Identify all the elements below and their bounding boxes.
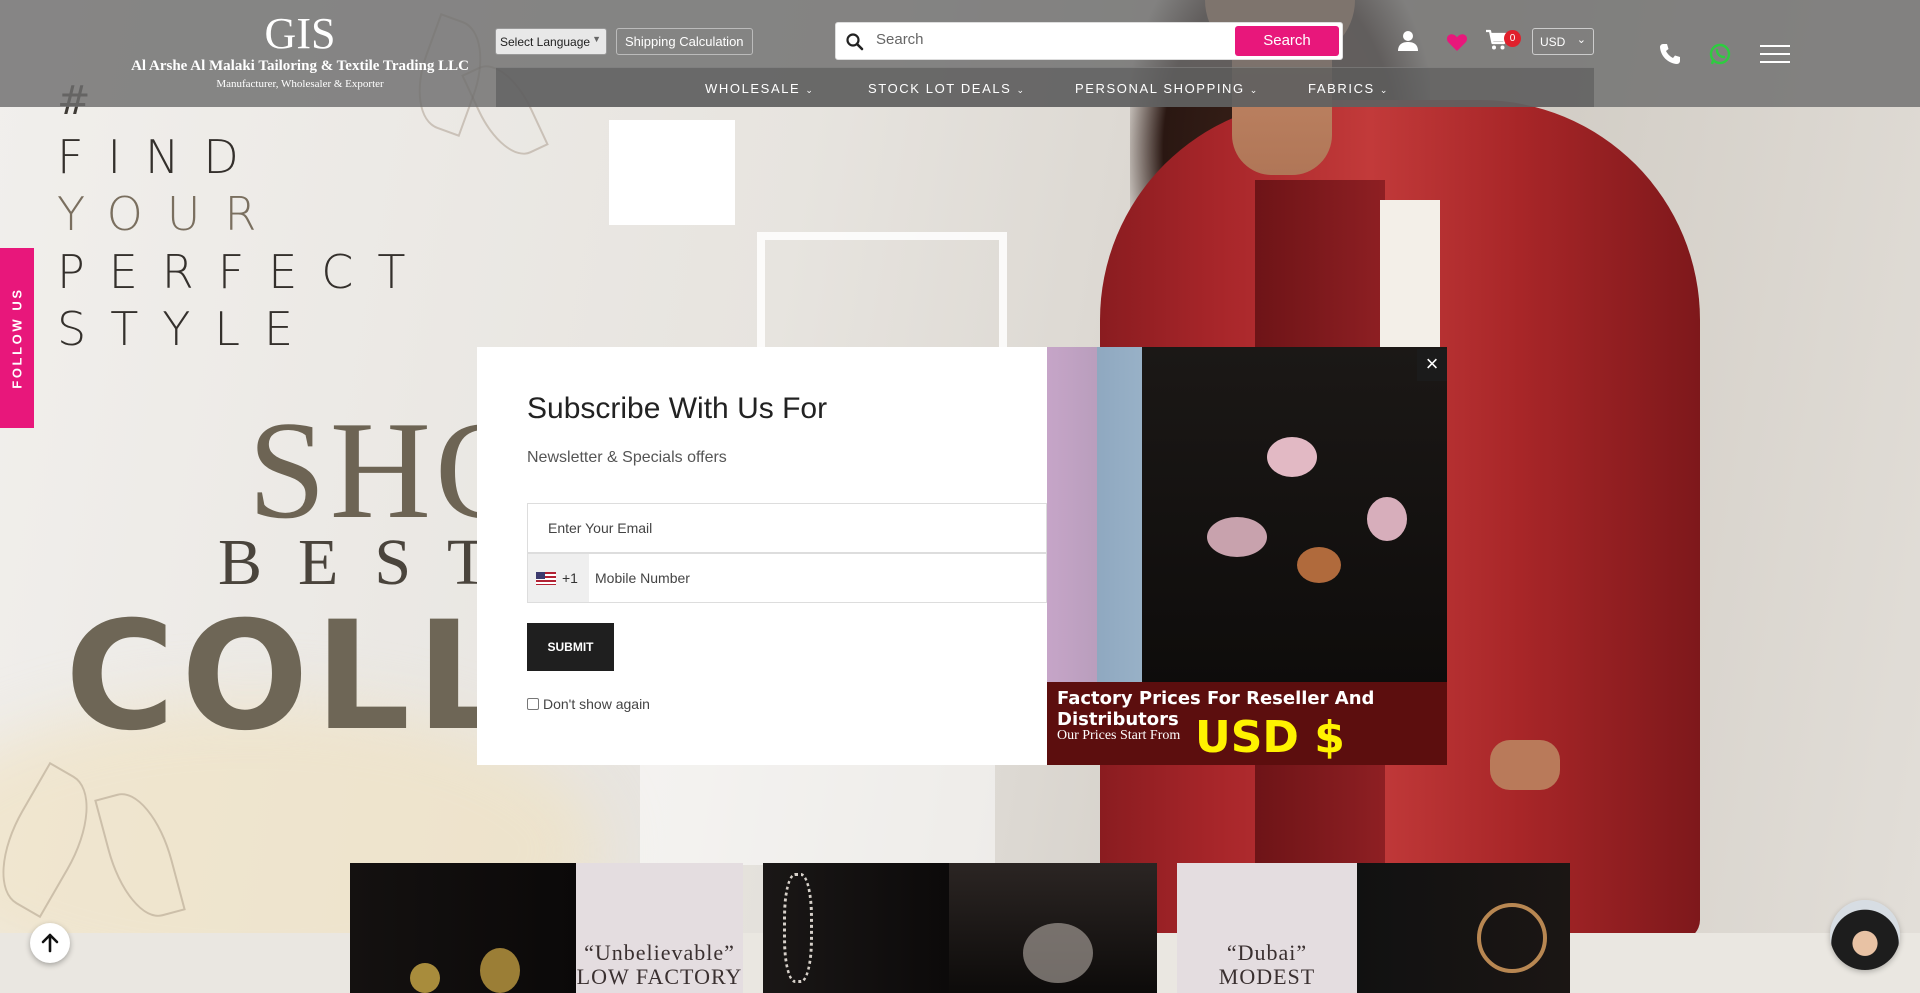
tile-text-panel: “Dubai” MODEST ABAYA [1177,863,1357,993]
model-inner-dress [1380,200,1440,370]
site-logo[interactable]: GIS Al Arshe Al Malaki Tailoring & Texti… [130,9,470,91]
hero-collection-word: COLL [65,590,518,764]
follow-us-label: FOLLOW US [9,287,25,389]
white-square-decoration [609,120,735,225]
tile-embroidery [1023,923,1093,983]
shipping-calculation-button[interactable]: Shipping Calculation [616,28,753,55]
dont-show-checkbox[interactable] [527,698,539,710]
nav-item-personal-shopping[interactable]: PERSONAL SHOPPING ⌄ [1075,81,1259,96]
follow-us-tab[interactable]: FOLLOW US [0,248,34,428]
phone-icon[interactable] [1658,42,1682,66]
currency-select[interactable]: USD ⌄ [1532,28,1594,55]
tile-embroidery [410,963,440,993]
chevron-down-icon: ▼ [592,34,601,44]
tile-title-line2: LOW FACTORY [576,964,743,989]
tile-title-line2: MODEST ABAYA [1218,964,1316,993]
category-tile-1[interactable]: “Unbelievable” LOW FACTORY [350,863,743,993]
heart-icon[interactable] [1445,30,1469,54]
us-flag-icon [536,572,556,585]
email-field[interactable]: Enter Your Email [527,503,1047,553]
whatsapp-icon[interactable] [1708,42,1732,66]
hero-line-perfect: PERFECT [57,245,430,299]
search-bar: Search Search [835,22,1343,60]
country-code-select[interactable]: +1 [528,554,589,602]
site-header: GIS Al Arshe Al Malaki Tailoring & Texti… [0,0,1920,107]
promo-image: Factory Prices For Reseller And Distribu… [1047,347,1447,765]
user-icon[interactable] [1396,29,1420,53]
hero-line-style: STYLE [57,302,318,356]
dont-show-again[interactable]: Don't show again [527,696,650,712]
main-nav: WHOLESALE ⌄ STOCK LOT DEALS ⌄ PERSONAL SHO… [496,67,1594,107]
nav-item-label: PERSONAL SHOPPING [1075,81,1245,96]
tile-title-line1: “Dubai” [1226,940,1308,965]
language-select[interactable]: Select Language ▼ [495,28,607,55]
modal-title: Subscribe With Us For [527,392,828,425]
language-select-value: Select Language [500,35,591,49]
chevron-down-icon: ⌄ [805,85,815,95]
search-button[interactable]: Search [1235,26,1339,56]
chevron-down-icon: ⌄ [1379,85,1389,95]
tile-embroidery [480,948,520,993]
search-icon[interactable] [845,32,865,52]
modal-subtitle: Newsletter & Specials offers [527,449,727,466]
chevron-down-icon: ⌄ [1576,34,1586,46]
country-code-value: +1 [562,570,578,586]
promo-price: USD $ 11.99 [1195,712,1345,765]
tile-text-panel: “Unbelievable” LOW FACTORY [576,863,743,993]
menu-icon[interactable] [1760,42,1790,66]
nav-item-label: WHOLESALE [705,81,801,96]
promo-price-prefix: Our Prices Start From [1057,728,1181,743]
chat-avatar-button[interactable] [1830,900,1900,970]
close-modal-button[interactable]: × [1417,349,1447,381]
promo-embroidery [1267,437,1317,477]
cart-count-badge: 0 [1504,30,1521,47]
scroll-to-top-button[interactable] [30,923,70,963]
promo-embroidery [1207,517,1267,557]
tile-title-line1: “Unbelievable” [584,940,735,965]
hero-line-find: FIND [57,130,263,184]
phone-field: +1 Mobile Number [527,553,1047,603]
search-input[interactable]: Search [876,31,924,48]
frame-decoration [757,232,1007,352]
arrow-up-icon [41,933,59,953]
promo-embroidery [1367,497,1407,541]
promo-price-banner: Factory Prices For Reseller And Distribu… [1047,682,1447,765]
chevron-down-icon: ⌄ [1016,85,1026,95]
nav-item-label: FABRICS [1308,81,1375,96]
chevron-down-icon: ⌄ [1249,85,1259,95]
hero-line-your: YOUR [57,187,281,241]
logo-mark: GIS [264,9,336,58]
model-hand [1490,740,1560,790]
category-tile-3[interactable]: “Dubai” MODEST ABAYA [1177,863,1570,993]
tile-embroidery [1477,903,1547,973]
nav-item-fabrics[interactable]: FABRICS ⌄ [1308,81,1389,96]
nav-item-stock-lot-deals[interactable]: STOCK LOT DEALS ⌄ [868,81,1026,96]
logo-company-name: Al Arshe Al Malaki Tailoring & Textile T… [131,58,469,74]
white-panel-decoration [640,765,995,865]
tile-photo [350,863,576,993]
promo-embroidery [1297,547,1341,583]
nav-item-wholesale[interactable]: WHOLESALE ⌄ [705,81,814,96]
mobile-number-input[interactable]: Mobile Number [595,570,690,586]
subscribe-modal: Subscribe With Us For Newsletter & Speci… [477,347,1447,765]
logo-tagline: Manufacturer, Wholesaler & Exporter [216,78,384,90]
dont-show-label: Don't show again [543,696,650,712]
currency-value: USD [1540,35,1566,49]
nav-item-label: STOCK LOT DEALS [868,81,1012,96]
category-tile-2[interactable] [763,863,1157,993]
tile-embroidery [783,873,813,983]
submit-button[interactable]: SUBMIT [527,623,614,671]
